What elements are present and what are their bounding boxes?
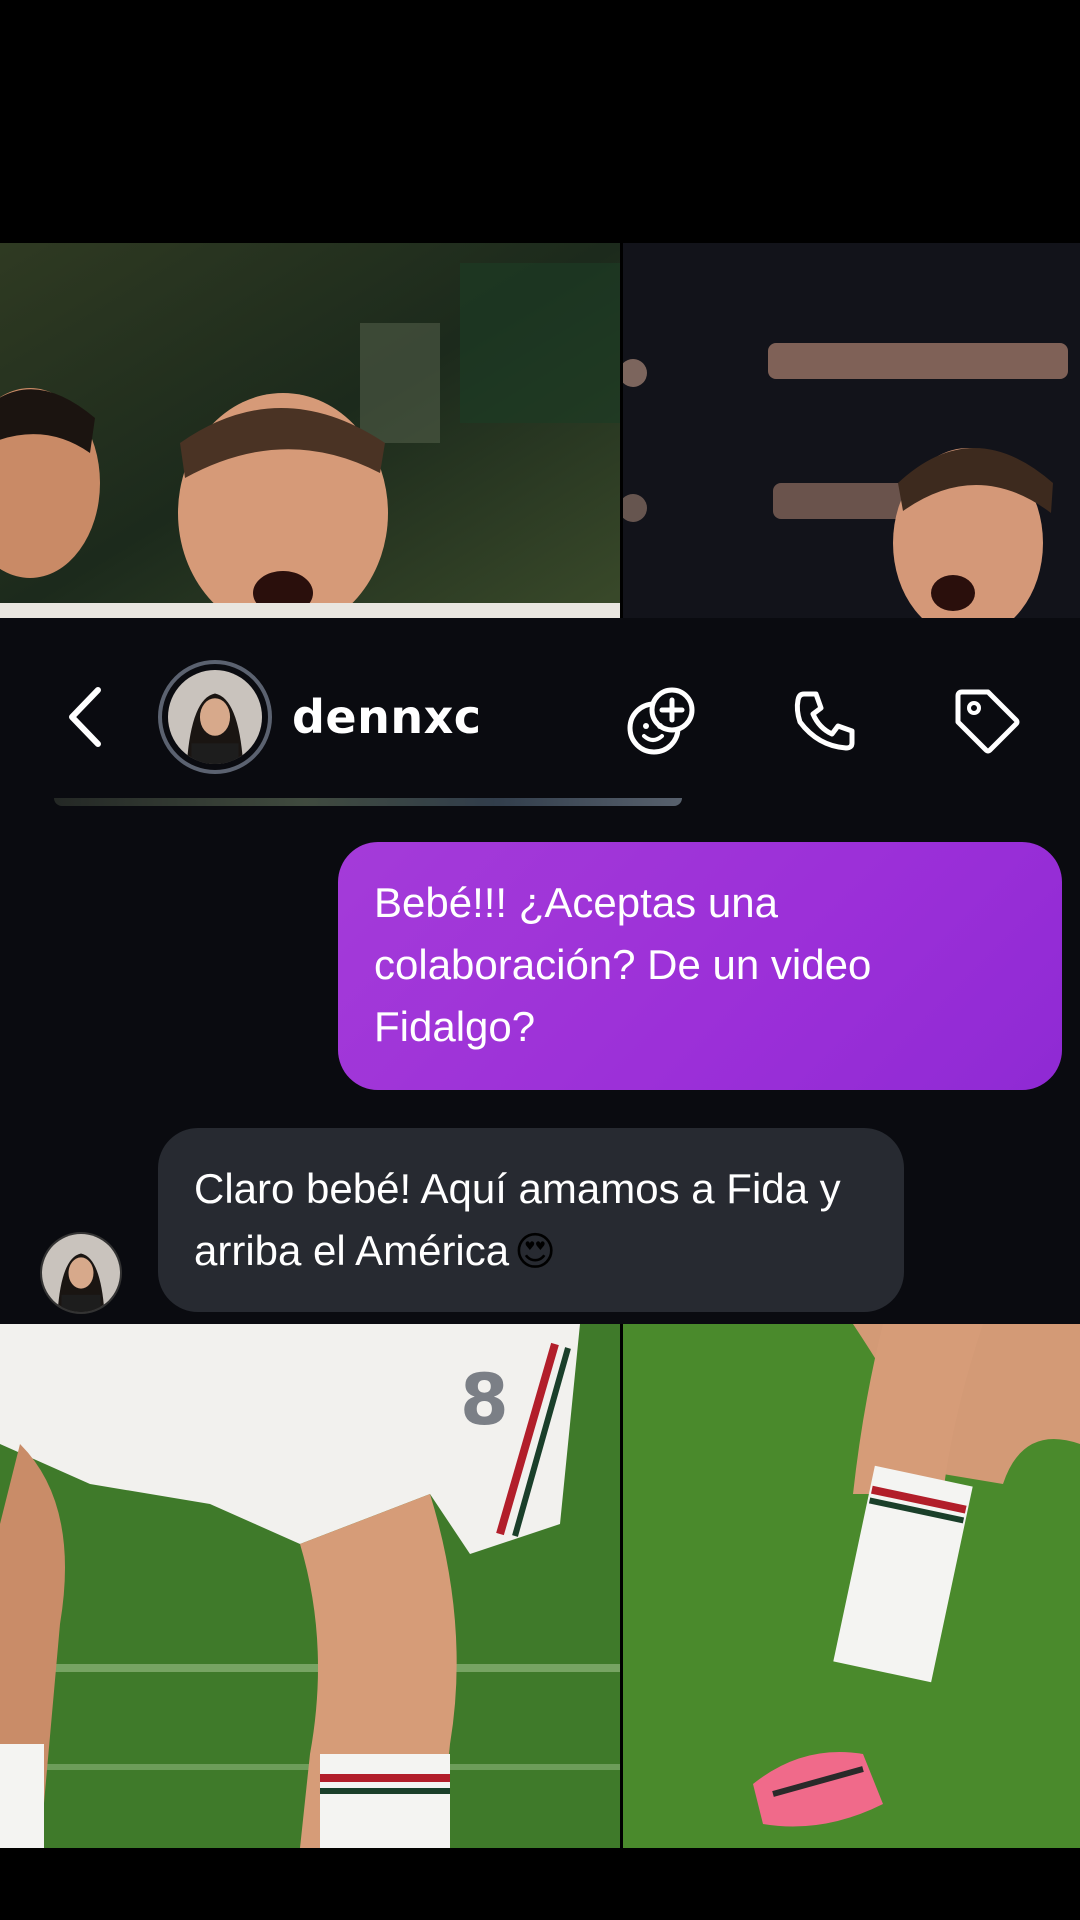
outgoing-message-text: Bebé!!! ¿Aceptas una colaboración? De un… (374, 879, 872, 1050)
incoming-message[interactable]: Claro bebé! Aquí amamos a Fida y arriba … (158, 1128, 904, 1312)
previous-message-edge (54, 798, 682, 806)
back-chevron-icon[interactable] (62, 682, 112, 752)
photo-bottom-right (623, 1324, 1080, 1848)
profile-avatar[interactable] (158, 660, 272, 774)
photo-top-left (0, 243, 620, 618)
screen: dennxc Bebé!!! ¿Aceptas una colaboración… (0, 0, 1080, 1920)
outgoing-message[interactable]: Bebé!!! ¿Aceptas una colaboración? De un… (338, 842, 1062, 1090)
phone-icon[interactable] (788, 684, 862, 758)
add-people-icon[interactable] (624, 684, 698, 758)
photo-bottom-left: 8 (0, 1324, 620, 1848)
username[interactable]: dennxc (292, 690, 482, 744)
svg-text:8: 8 (460, 1359, 509, 1441)
tag-icon[interactable] (950, 684, 1024, 758)
photo-top-right (623, 243, 1080, 618)
sender-avatar[interactable] (40, 1232, 122, 1314)
heart-eyes-emoji: 😍 (514, 1229, 556, 1275)
